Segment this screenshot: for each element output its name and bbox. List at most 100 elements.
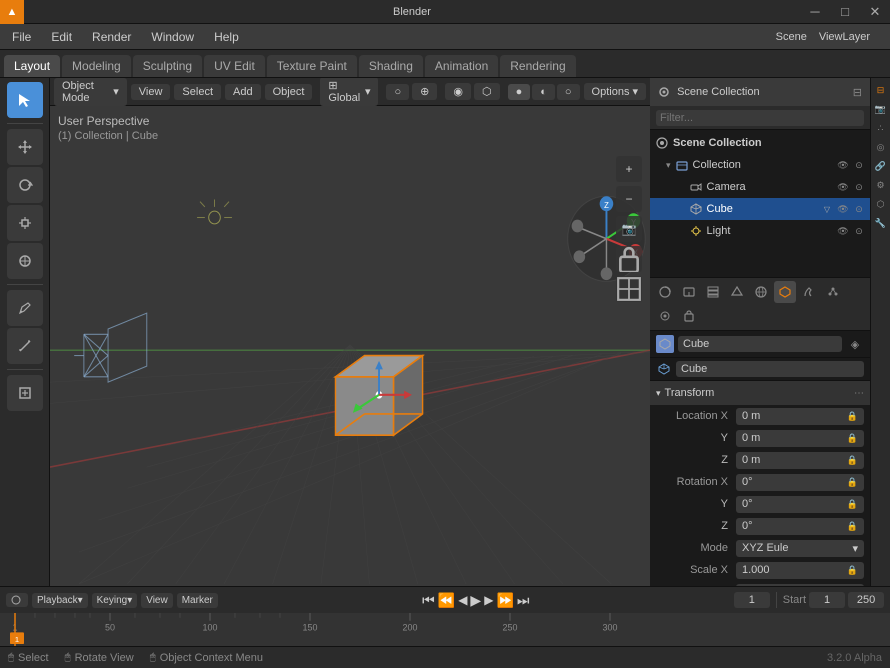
view-grid-btn[interactable]	[616, 276, 642, 302]
rotation-x-lock[interactable]: 🔒	[847, 477, 858, 488]
location-z-lock[interactable]: 🔒	[847, 455, 858, 466]
location-x-lock[interactable]: 🔒	[847, 411, 858, 422]
transform-options-icon[interactable]: ⋯	[854, 388, 864, 399]
keying-menu[interactable]: Keying ▾	[92, 593, 138, 608]
outliner-search-input[interactable]	[656, 110, 864, 126]
tool-rotate[interactable]	[7, 167, 43, 203]
ri-icon-modifier[interactable]: ⚙	[873, 177, 889, 193]
ri-icon-data[interactable]: ⬡	[873, 196, 889, 212]
prev-frame-btn[interactable]: ⏪	[438, 592, 455, 609]
jump-end-btn[interactable]: ⏭	[517, 592, 530, 609]
object-mode-dropdown[interactable]: Object Mode ▾	[54, 78, 127, 106]
next-frame-btn[interactable]: ⏩	[496, 592, 513, 609]
view-menu[interactable]: View	[131, 84, 171, 100]
timeline-ruler[interactable]: 1 50 100 150 200 250 300	[0, 613, 890, 646]
ri-icon-camera[interactable]: 📷	[873, 101, 889, 117]
jump-start-btn[interactable]: ⏮	[422, 592, 435, 609]
tool-move[interactable]	[7, 129, 43, 165]
collection-eye-icon[interactable]: 👁	[836, 158, 850, 172]
tree-item-cube[interactable]: ▸ Cube ▽ 👁 ⊙	[650, 198, 870, 220]
overlay-toggle[interactable]: ◉	[445, 83, 471, 100]
current-frame[interactable]: 1	[734, 592, 770, 608]
timeline-mode-btn[interactable]	[6, 593, 28, 607]
snap-toggle[interactable]: ⊕	[412, 83, 437, 100]
ri-icon-tool[interactable]: 🔧	[873, 215, 889, 231]
tab-layout[interactable]: Layout	[4, 55, 60, 77]
menu-file[interactable]: File	[4, 28, 39, 46]
camera-eye-icon[interactable]: 👁	[836, 180, 850, 194]
playback-menu[interactable]: Playback ▾	[32, 593, 88, 608]
tab-sculpting[interactable]: Sculpting	[133, 55, 202, 77]
tree-item-scene-collection[interactable]: Scene Collection	[650, 132, 870, 154]
ri-icon-constraints[interactable]: 🔗	[873, 158, 889, 174]
prop-icon-render[interactable]	[654, 281, 676, 303]
start-frame[interactable]: 1	[809, 592, 845, 608]
cube-eye-icon[interactable]: 👁	[836, 202, 850, 216]
tool-measure[interactable]	[7, 328, 43, 364]
ri-icon-filter[interactable]: ⊟	[873, 82, 889, 98]
ri-icon-physics[interactable]: ◎	[873, 139, 889, 155]
prev-keyframe-btn[interactable]: ◀	[458, 593, 467, 607]
tab-modeling[interactable]: Modeling	[62, 55, 131, 77]
rotation-y-lock[interactable]: 🔒	[847, 499, 858, 510]
location-y-lock[interactable]: 🔒	[847, 433, 858, 444]
zoom-out-btn[interactable]: −	[616, 186, 642, 212]
prop-icon-constraints[interactable]	[678, 305, 700, 327]
proportional-edit[interactable]: ○	[386, 84, 409, 100]
tree-item-camera[interactable]: ▸ Camera 👁 ⊙	[650, 176, 870, 198]
menu-render[interactable]: Render	[84, 28, 139, 46]
light-select-icon[interactable]: ⊙	[852, 224, 866, 238]
view-menu-tl[interactable]: View	[141, 593, 173, 608]
prop-icon-output[interactable]	[678, 281, 700, 303]
rotation-z-lock[interactable]: 🔒	[847, 521, 858, 532]
transform-section-header[interactable]: ▾ Transform ⋯	[650, 381, 870, 405]
viewport-canvas[interactable]: Z Y X	[50, 106, 650, 586]
minimize-button[interactable]: ─	[800, 0, 830, 24]
scale-x-lock[interactable]: 🔒	[847, 565, 858, 576]
play-btn[interactable]: ▶	[470, 592, 481, 609]
close-button[interactable]: ✕	[860, 0, 890, 24]
cube-select-icon[interactable]: ⊙	[852, 202, 866, 216]
tree-item-collection[interactable]: ▾ Collection 👁 ⊙	[650, 154, 870, 176]
tab-texture-paint[interactable]: Texture Paint	[267, 55, 357, 77]
menu-window[interactable]: Window	[143, 28, 202, 46]
rotation-z-value[interactable]: 0° 🔒	[736, 518, 864, 535]
outliner-filter-btn[interactable]: ⊟	[853, 86, 862, 99]
options-menu[interactable]: Options ▾	[584, 83, 646, 100]
prop-icon-modifier[interactable]	[798, 281, 820, 303]
collection-select-icon[interactable]: ⊙	[852, 158, 866, 172]
prop-icon-world[interactable]	[750, 281, 772, 303]
marker-menu[interactable]: Marker	[177, 593, 218, 608]
xray-toggle[interactable]: ⬡	[474, 83, 500, 100]
rotation-mode-select[interactable]: XYZ Eule ▾	[736, 540, 864, 557]
view-camera-btn[interactable]: 📷	[616, 216, 642, 242]
ri-icon-particles[interactable]: ∴	[873, 120, 889, 136]
tool-select[interactable]	[7, 82, 43, 118]
view-lock-btn[interactable]	[616, 246, 642, 272]
transform-global[interactable]: ⊞ Global ▾	[320, 78, 378, 106]
prop-icon-view-layer[interactable]	[702, 281, 724, 303]
camera-select-icon[interactable]: ⊙	[852, 180, 866, 194]
material-shading[interactable]: ◐	[532, 84, 555, 100]
mesh-name-input[interactable]	[676, 361, 864, 377]
maximize-button[interactable]: □	[830, 0, 860, 24]
solid-shading[interactable]: ●	[508, 84, 531, 100]
prop-icon-physics[interactable]	[654, 305, 676, 327]
zoom-in-btn[interactable]: +	[616, 156, 642, 182]
rendered-shading[interactable]: ○	[557, 84, 580, 100]
menu-help[interactable]: Help	[206, 28, 247, 46]
tool-scale[interactable]	[7, 205, 43, 241]
next-keyframe-btn[interactable]: ▶	[484, 593, 493, 607]
tab-animation[interactable]: Animation	[425, 55, 498, 77]
pin-button[interactable]: ◈	[846, 335, 864, 353]
rotation-x-value[interactable]: 0° 🔒	[736, 474, 864, 491]
tab-uv-edit[interactable]: UV Edit	[204, 55, 265, 77]
tab-rendering[interactable]: Rendering	[500, 55, 575, 77]
select-menu[interactable]: Select	[174, 84, 221, 100]
prop-icon-scene[interactable]	[726, 281, 748, 303]
scale-x-value[interactable]: 1.000 🔒	[736, 562, 864, 579]
object-name-input[interactable]	[678, 336, 842, 352]
tree-item-light[interactable]: ▸ Light 👁 ⊙	[650, 220, 870, 242]
light-eye-icon[interactable]: 👁	[836, 224, 850, 238]
tool-add-cube[interactable]	[7, 375, 43, 411]
